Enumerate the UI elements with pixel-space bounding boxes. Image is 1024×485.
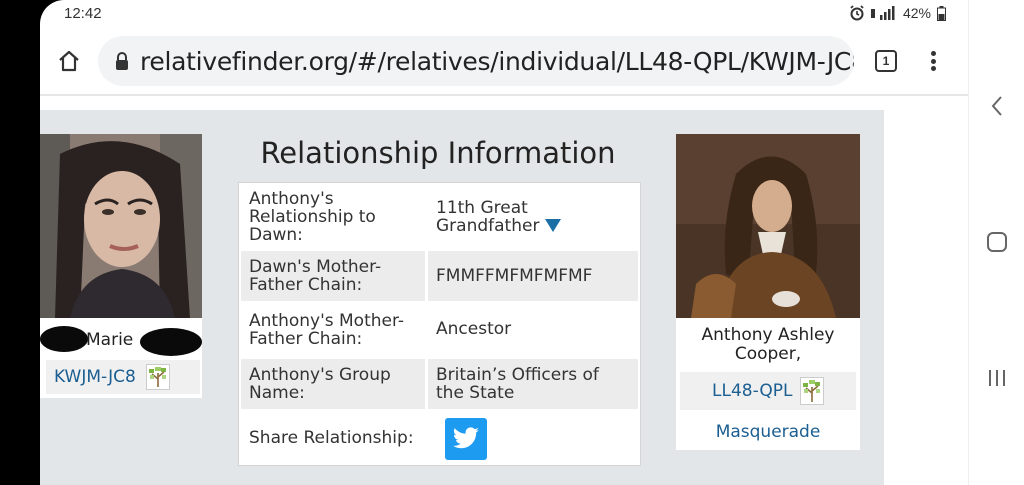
home-button[interactable] bbox=[54, 46, 84, 76]
table-row: Dawn's Mother-Father Chain: FMMFFMFMFMFM… bbox=[241, 251, 638, 301]
person-photo-left[interactable] bbox=[40, 134, 202, 318]
url-bar[interactable]: relativefinder.org/#/relatives/individua… bbox=[98, 36, 854, 86]
table-row: Anthony's Relationship to Dawn: 11th Gre… bbox=[241, 185, 638, 248]
tab-switcher-icon[interactable]: 1 bbox=[875, 50, 897, 72]
table-row: Anthony's Mother-Father Chain: Ancestor bbox=[241, 304, 638, 356]
alarm-icon bbox=[850, 5, 864, 21]
person-card-left: Marie KWJM-JC8 bbox=[40, 134, 202, 398]
page-content: Marie KWJM-JC8 Relationship Information … bbox=[40, 110, 884, 485]
redaction-mark bbox=[140, 328, 202, 356]
table-row: Anthony's Group Name: Britain’s Officers… bbox=[241, 359, 638, 409]
person-id-row-right: LL48-QPL bbox=[680, 372, 856, 410]
lock-icon bbox=[116, 52, 128, 70]
person-card-right: Anthony Ashley Cooper, LL48-QPL Masquera… bbox=[676, 134, 860, 450]
dropdown-triangle-icon[interactable] bbox=[545, 219, 562, 232]
status-icons: 42% bbox=[849, 5, 946, 21]
group-link[interactable]: Masquerade bbox=[676, 422, 860, 442]
phone-screen: 12:42 42% relativefinder.org/#/relatives… bbox=[40, 0, 1024, 485]
person-name-text: Marie bbox=[86, 330, 134, 350]
family-tree-icon[interactable] bbox=[146, 364, 170, 390]
toolbar-divider bbox=[40, 94, 968, 96]
row-label: Anthony's Mother-Father Chain: bbox=[249, 311, 405, 349]
row-value: FMMFFMFMFMFMF bbox=[428, 251, 638, 301]
recents-nav-icon[interactable] bbox=[981, 362, 1013, 394]
home-icon bbox=[59, 50, 79, 72]
row-label: Anthony's Group Name: bbox=[241, 359, 425, 409]
redaction-mark bbox=[40, 326, 88, 352]
page-title: Relationship Information bbox=[260, 136, 616, 170]
row-value: Britain’s Officers of the State bbox=[428, 359, 638, 409]
person-photo-right[interactable] bbox=[676, 134, 860, 318]
person-name-left: Marie bbox=[40, 324, 202, 356]
battery-percent: 42% bbox=[902, 5, 931, 21]
status-bar: 12:42 42% bbox=[40, 0, 1024, 30]
person-id-row-left: KWJM-JC8 bbox=[46, 360, 200, 394]
relationship-value: 11th Great Grandfather bbox=[436, 197, 540, 236]
home-nav-icon[interactable] bbox=[981, 226, 1013, 258]
battery-icon bbox=[937, 5, 946, 21]
android-nav-bar bbox=[968, 0, 1024, 485]
person-id-link-right[interactable]: LL48-QPL bbox=[712, 381, 792, 401]
overflow-menu-icon[interactable] bbox=[923, 47, 943, 75]
table-row-share: Share Relationship: bbox=[241, 412, 638, 464]
signal-icon bbox=[870, 6, 895, 20]
browser-toolbar: relativefinder.org/#/relatives/individua… bbox=[40, 30, 968, 94]
row-value: 11th Great Grandfather bbox=[436, 199, 630, 235]
twitter-icon bbox=[453, 427, 479, 449]
row-value-cell: 11th Great Grandfather bbox=[428, 185, 638, 248]
person-name-right: Anthony Ashley Cooper, bbox=[701, 325, 835, 364]
status-time: 12:42 bbox=[64, 5, 102, 22]
relationship-table: Anthony's Relationship to Dawn: 11th Gre… bbox=[238, 182, 641, 466]
url-text: relativefinder.org/#/relatives/individua… bbox=[140, 46, 854, 76]
share-label: Share Relationship: bbox=[249, 428, 414, 448]
row-label: Anthony's Relationship to Dawn: bbox=[249, 188, 376, 245]
row-label: Dawn's Mother-Father Chain: bbox=[241, 251, 425, 301]
family-tree-icon[interactable] bbox=[800, 377, 824, 405]
twitter-share-button[interactable] bbox=[445, 418, 487, 460]
row-value: Ancestor bbox=[436, 319, 512, 339]
person-id-link-left[interactable]: KWJM-JC8 bbox=[54, 367, 136, 387]
back-nav-icon[interactable] bbox=[981, 90, 1013, 122]
